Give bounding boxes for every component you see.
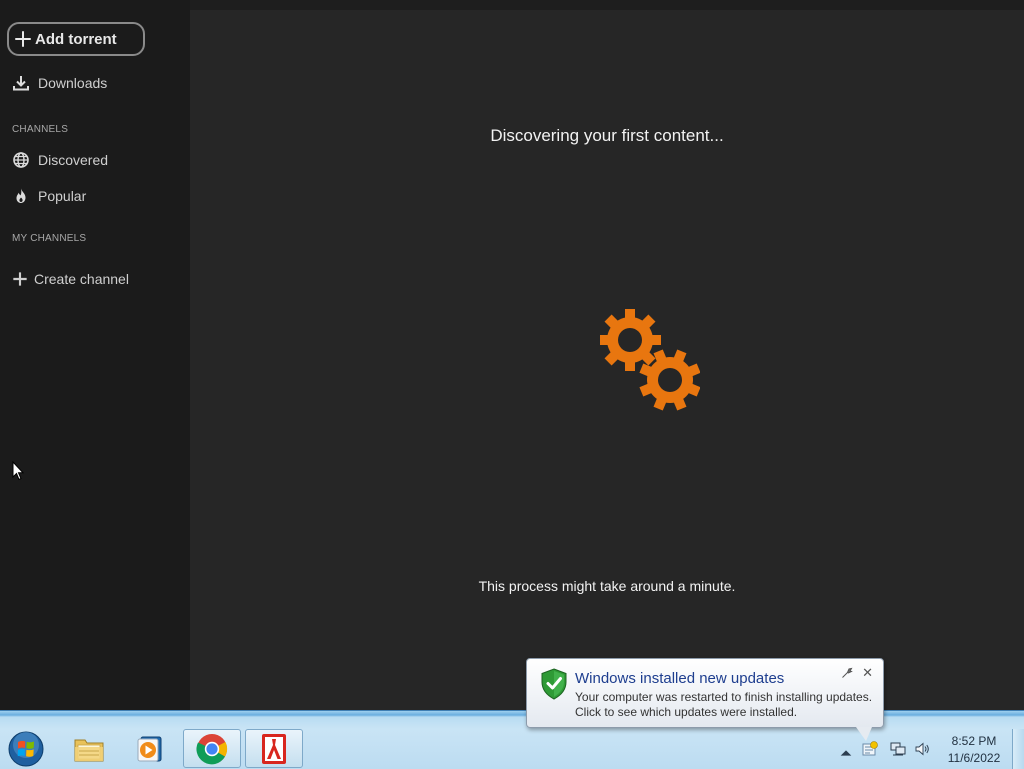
my-channels-section-title: MY CHANNELS xyxy=(12,233,87,244)
sidebar-item-label: Downloads xyxy=(38,75,108,91)
notification-message-link[interactable]: Click to see which updates were installe… xyxy=(575,705,797,719)
globe-icon xyxy=(13,152,29,168)
plus-icon xyxy=(13,272,27,286)
sidebar: Add torrent Downloads CHANNELS Discovere… xyxy=(0,0,190,710)
media-player-icon xyxy=(137,736,162,761)
windows-logo-icon xyxy=(8,731,44,767)
loading-note: This process might take around a minute. xyxy=(478,578,736,594)
add-torrent-button[interactable]: Add torrent xyxy=(7,22,145,56)
sidebar-item-label: Popular xyxy=(38,188,87,204)
chrome-icon xyxy=(196,733,228,764)
taskbar-chrome-button[interactable] xyxy=(183,729,241,768)
wrench-icon[interactable] xyxy=(841,667,853,679)
plus-icon xyxy=(15,31,31,47)
download-icon xyxy=(13,76,29,91)
taskbar-explorer-button[interactable] xyxy=(60,729,118,768)
shield-check-icon xyxy=(541,668,567,700)
sidebar-item-popular[interactable]: Popular xyxy=(12,184,86,208)
network-icon[interactable] xyxy=(890,741,906,757)
taskbar-app-button[interactable] xyxy=(245,729,303,768)
folder-icon xyxy=(74,739,104,761)
close-icon[interactable]: ✕ xyxy=(862,665,873,681)
red-app-icon xyxy=(262,733,286,764)
volume-icon[interactable] xyxy=(914,741,930,757)
fire-icon xyxy=(16,188,26,203)
sidebar-item-label: Create channel xyxy=(34,271,129,287)
clock-time: 8:52 PM xyxy=(951,734,997,748)
gears-icon xyxy=(600,309,700,411)
notification-message: Your computer was restarted to finish in… xyxy=(575,690,873,704)
sidebar-item-downloads[interactable]: Downloads xyxy=(12,71,107,95)
start-button[interactable] xyxy=(6,731,46,767)
notification-title: Windows installed new updates xyxy=(575,670,785,687)
main-panel: Discovering your first content... This p… xyxy=(190,10,1024,710)
system-clock[interactable]: 8:52 PM 11/6/2022 xyxy=(940,733,1008,767)
notification-tail xyxy=(856,727,872,741)
mouse-cursor-icon xyxy=(12,461,24,481)
taskbar-media-player-button[interactable] xyxy=(121,729,179,768)
channels-section-title: CHANNELS xyxy=(12,124,69,135)
update-notification[interactable]: Windows installed new updates Your compu… xyxy=(526,658,884,728)
clock-date: 11/6/2022 xyxy=(947,751,1001,765)
page-title: Discovering your first content... xyxy=(490,126,724,145)
create-channel-button[interactable]: Create channel xyxy=(12,267,129,291)
windows-update-tray-icon[interactable] xyxy=(862,741,878,757)
sidebar-item-label: Discovered xyxy=(38,152,109,168)
sidebar-item-discovered[interactable]: Discovered xyxy=(12,148,108,172)
show-desktop-button[interactable] xyxy=(1012,729,1024,769)
add-torrent-label: Add torrent xyxy=(35,30,117,48)
show-hidden-icons-icon[interactable] xyxy=(838,745,854,761)
